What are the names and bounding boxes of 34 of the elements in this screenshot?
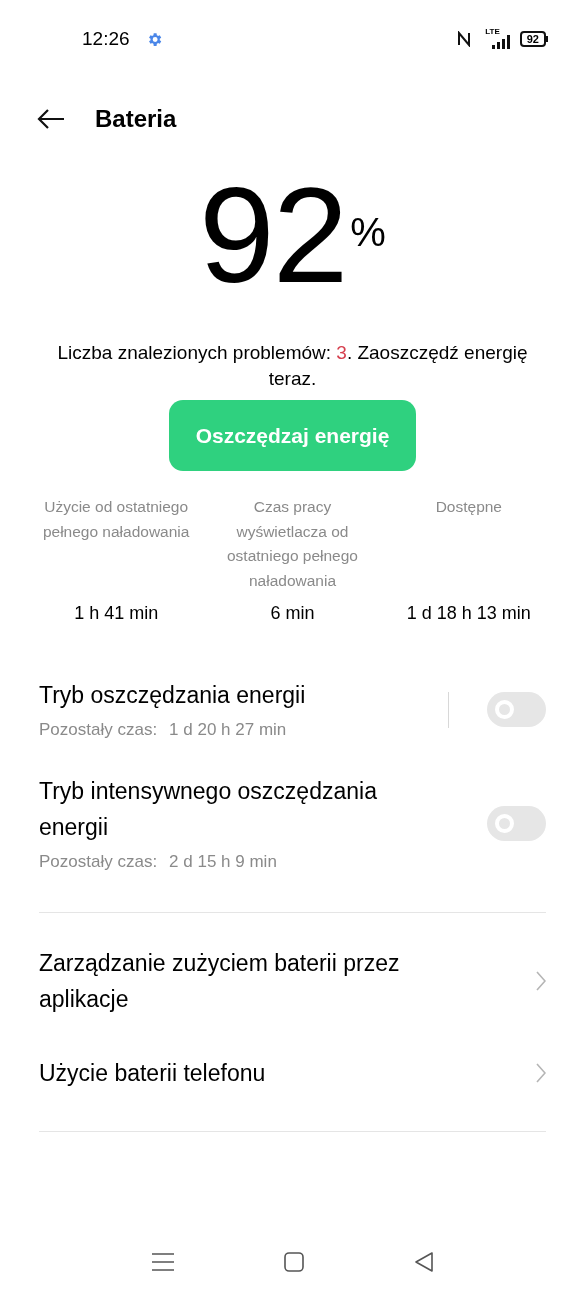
triangle-back-icon — [413, 1252, 434, 1272]
battery-percentage: 92 — [199, 170, 347, 300]
toggle-switch[interactable] — [487, 805, 546, 841]
remaining-label: Pozostały czas: — [39, 720, 158, 739]
back-arrow-icon — [37, 108, 65, 130]
menu-icon — [151, 1253, 174, 1271]
stat-value: 1 h 41 min — [74, 602, 159, 625]
mode-title: Tryb intensywnego oszczędzania energii — [39, 776, 378, 842]
settings-link[interactable]: Użycie baterii telefonu — [39, 1055, 546, 1091]
stat-label: Użycie od ostatniego pełnego naładowania — [41, 497, 191, 542]
stat-value: 6 min — [270, 602, 315, 625]
stat-value: 1 d 18 h 13 min — [406, 602, 531, 625]
chevron-right-icon — [536, 971, 546, 991]
remaining-label: Pozostały czas: — [39, 851, 158, 871]
problems-message: Liczba znalezionych problemów: 3. Zaoszczędź energię teraz. — [56, 341, 529, 391]
network-type: LTE — [485, 28, 500, 36]
chevron-right-icon — [536, 1063, 546, 1083]
battery-indicator: 92 — [519, 31, 548, 47]
page-title: Bateria — [95, 104, 177, 134]
stat-label: Czas pracy wyświetlacza od ostatniego pełnego naładowania — [226, 497, 359, 591]
toggle-switch[interactable] — [487, 692, 546, 728]
back-nav-button[interactable] — [413, 1252, 434, 1272]
home-button[interactable] — [283, 1252, 304, 1272]
remaining-time: 2 d 15 h 9 min — [169, 851, 277, 871]
mode-title: Tryb oszczędzania energii — [39, 681, 307, 710]
status-time: 12:26 — [82, 26, 130, 51]
signal-icon — [491, 35, 512, 49]
square-icon — [283, 1252, 304, 1272]
stat-label: Dostępne — [435, 497, 502, 517]
menu-button[interactable] — [151, 1253, 174, 1271]
nfc-icon — [457, 31, 472, 47]
percent-sign: % — [350, 212, 386, 252]
remaining-time: 1 d 20 h 27 min — [169, 720, 287, 739]
settings-link[interactable]: Zarządzanie zużyciem baterii przez aplikacje — [39, 945, 546, 1017]
